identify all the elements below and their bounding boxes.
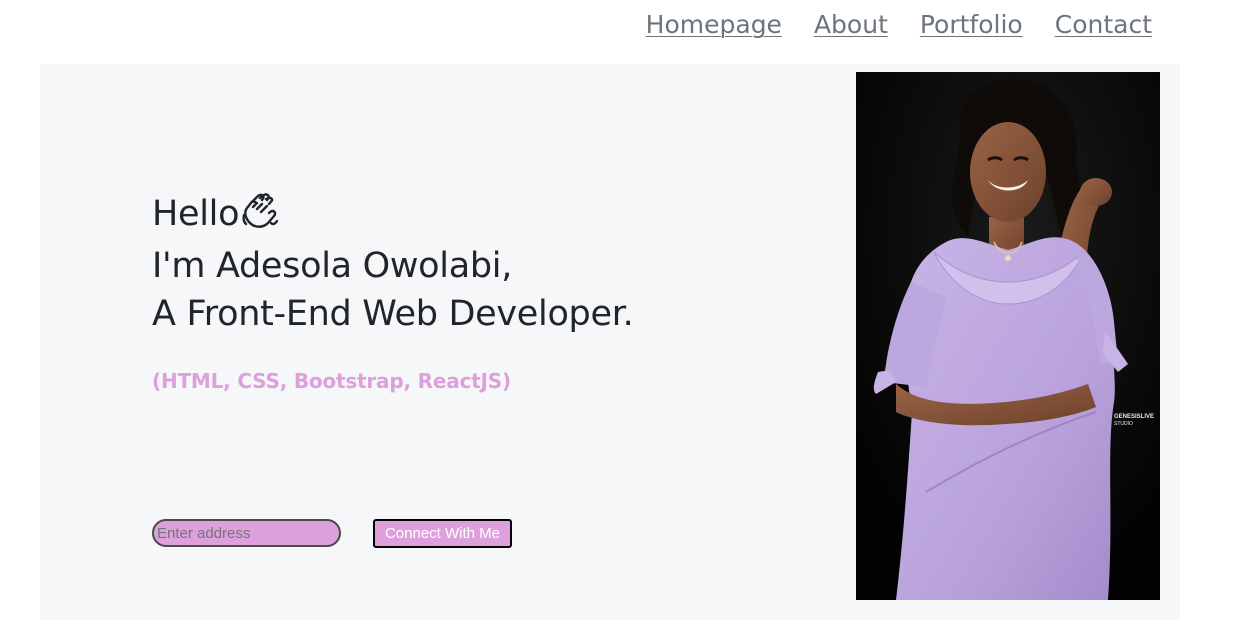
profile-photo: GENESISLIVE STUDIO: [856, 72, 1160, 600]
watermark-line1: GENESISLIVE: [1114, 414, 1154, 420]
hero-headline: Hello I'm Adesola Owolabi, A Front-End W…: [152, 190, 634, 338]
nav-link-about[interactable]: About: [814, 10, 888, 39]
intro-line: I'm Adesola Owolabi,: [152, 246, 513, 286]
hero-section: Hello I'm Adesola Owolabi, A Front-End W…: [40, 64, 1180, 620]
greeting-text: Hello: [152, 194, 240, 234]
nav-link-homepage[interactable]: Homepage: [646, 10, 782, 39]
greeting-line: Hello: [152, 190, 633, 242]
waving-hand-icon: [241, 193, 279, 242]
watermark-line2: STUDIO: [1114, 421, 1133, 427]
address-input[interactable]: [152, 519, 341, 547]
nav-link-contact[interactable]: Contact: [1055, 10, 1152, 39]
nav-link-portfolio[interactable]: Portfolio: [920, 10, 1023, 39]
connect-with-me-button[interactable]: Connect With Me: [373, 519, 512, 548]
skills-list: (HTML, CSS, Bootstrap, ReactJS): [152, 369, 511, 393]
main-nav: Homepage About Portfolio Contact: [646, 10, 1152, 39]
role-line: A Front-End Web Developer.: [152, 294, 634, 334]
